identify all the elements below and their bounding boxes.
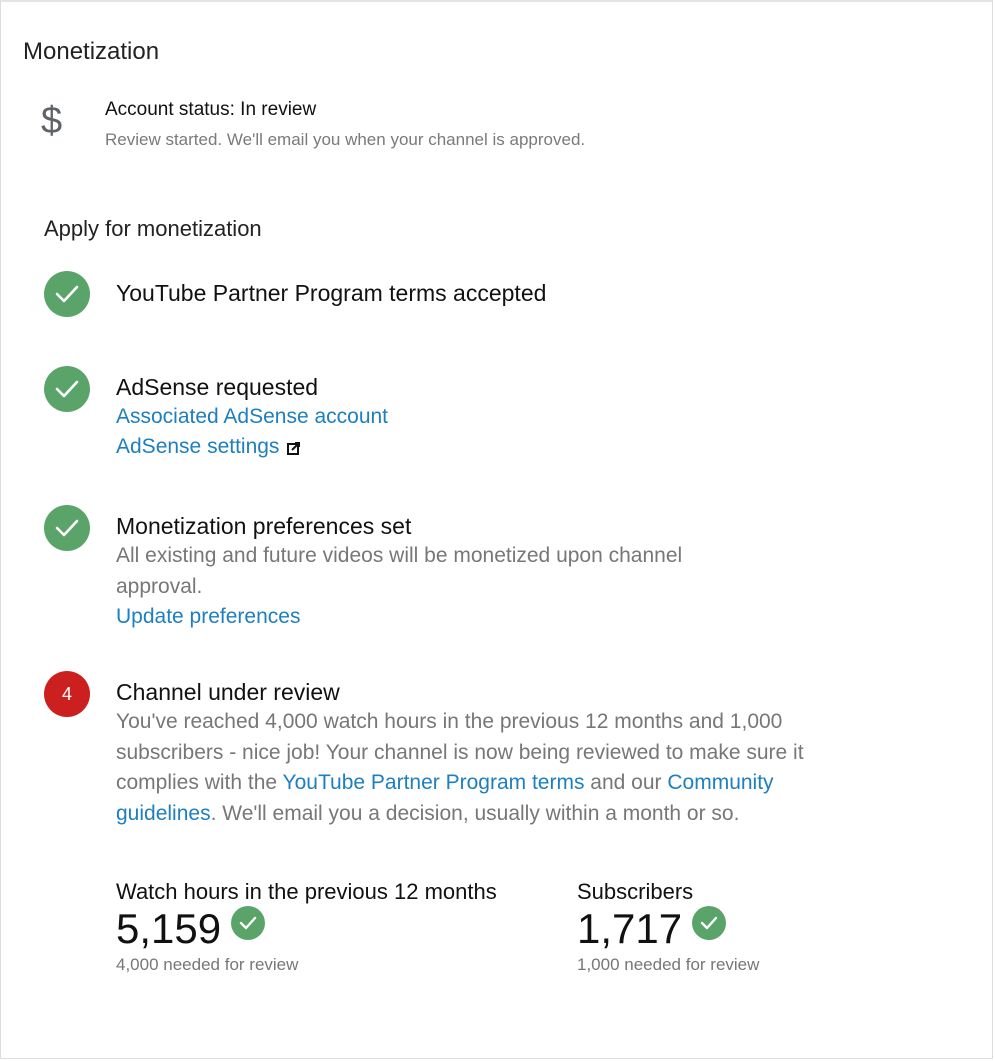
metric-label: Subscribers — [577, 879, 694, 904]
check-circle-icon — [692, 906, 727, 940]
apply-section-title: Apply for monetization — [44, 216, 262, 241]
metric-label: Watch hours in the previous 12 months — [116, 879, 497, 904]
page-title: Monetization — [23, 38, 160, 65]
subscribers-metric: Subscribers 1,717 1,000 needed for revie… — [577, 879, 759, 975]
monetization-card: Monetization $ Account status: In review… — [0, 0, 993, 1059]
check-circle-icon — [44, 271, 90, 317]
metric-value: 1,717 — [577, 905, 683, 952]
check-circle-icon — [44, 505, 90, 551]
step-description: You've reached 4,000 watch hours in the … — [116, 707, 806, 829]
metric-note: 1,000 needed for review — [577, 955, 760, 974]
desc-text-3: . We'll email you a decision, usually wi… — [210, 801, 740, 825]
external-link-icon — [287, 434, 301, 464]
adsense-settings-label: AdSense settings — [116, 435, 280, 458]
step-title: AdSense requested — [116, 374, 319, 400]
ypp-terms-link[interactable]: YouTube Partner Program terms — [283, 771, 585, 794]
account-status-subtitle: Review started. We'll email you when you… — [105, 130, 586, 149]
step-title: YouTube Partner Program terms accepted — [116, 280, 547, 306]
metric-note: 4,000 needed for review — [116, 955, 299, 974]
step-title: Channel under review — [116, 679, 340, 705]
watch-hours-metric: Watch hours in the previous 12 months 5,… — [116, 879, 497, 975]
check-circle-icon — [44, 366, 90, 412]
desc-text-2: and our — [584, 771, 668, 794]
update-preferences-link[interactable]: Update preferences — [116, 602, 736, 632]
step-description: All existing and future videos will be m… — [116, 544, 683, 598]
associated-adsense-account-link[interactable]: Associated AdSense account — [116, 402, 806, 432]
adsense-settings-link[interactable]: AdSense settings — [116, 432, 806, 464]
dollar-icon: $ — [41, 100, 63, 142]
metric-value: 5,159 — [116, 905, 222, 952]
account-status-title: Account status: In review — [105, 99, 317, 120]
step-title: Monetization preferences set — [116, 513, 412, 539]
check-circle-icon — [231, 906, 266, 940]
step-number-badge: 4 — [44, 671, 90, 717]
